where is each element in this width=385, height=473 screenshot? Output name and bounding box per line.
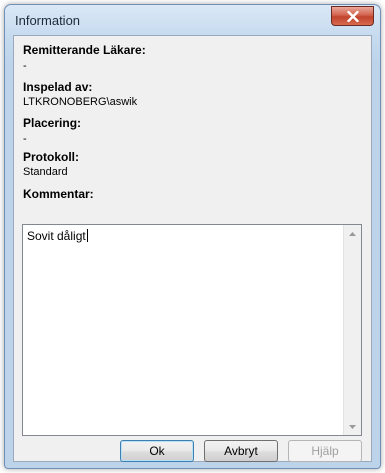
information-dialog: Information Remitterande Läkare: - Inspe… <box>4 4 381 469</box>
window-title: Information <box>15 13 81 28</box>
referring-doctor-label: Remitterande Läkare: <box>23 43 146 57</box>
dialog-content: Remitterande Läkare: - Inspelad av: LTKR… <box>13 35 372 462</box>
close-icon <box>346 10 359 22</box>
recorded-by-value: LTKRONOBERG\aswik <box>23 96 138 108</box>
protocol-label: Protokoll: <box>23 150 79 164</box>
placement-label: Placering: <box>23 116 82 130</box>
referring-doctor-value: - <box>23 60 27 72</box>
comment-textarea[interactable]: Sovit dåligt <box>22 224 362 436</box>
title-bar[interactable]: Information <box>5 5 380 35</box>
arrow-down-icon <box>349 424 356 429</box>
comment-scrollbar[interactable] <box>343 225 361 435</box>
scroll-up-button[interactable] <box>344 225 361 242</box>
ok-button[interactable]: Ok <box>120 440 194 462</box>
help-button[interactable]: Hjälp <box>288 440 362 462</box>
placement-value: - <box>23 133 27 145</box>
scroll-down-button[interactable] <box>344 418 361 435</box>
close-button[interactable] <box>331 6 374 26</box>
recorded-by-label: Inspelad av: <box>23 80 93 94</box>
arrow-up-icon <box>349 231 356 236</box>
cancel-button[interactable]: Avbryt <box>204 440 278 462</box>
comment-label: Kommentar: <box>23 187 94 201</box>
text-caret <box>86 229 88 242</box>
comment-text[interactable]: Sovit dåligt <box>27 229 88 243</box>
protocol-value: Standard <box>23 166 68 178</box>
